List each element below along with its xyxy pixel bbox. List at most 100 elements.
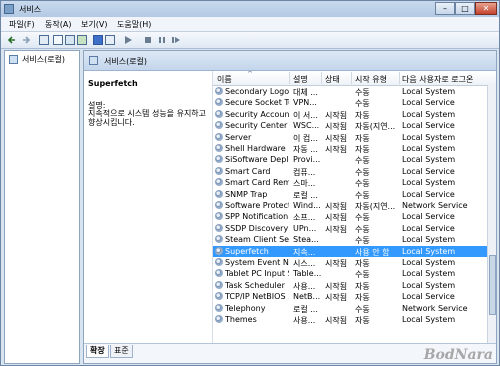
service-gear-icon xyxy=(215,315,223,323)
service-log-on-as: Local Service xyxy=(402,166,455,176)
stop-service-icon[interactable] xyxy=(143,35,153,45)
column-header-description[interactable]: 설명 xyxy=(293,74,308,85)
properties-icon[interactable] xyxy=(53,35,63,45)
menu-view[interactable]: 보기(V) xyxy=(81,19,107,30)
service-startup-type: 수동 xyxy=(355,156,370,166)
service-row[interactable]: Smart Card 컴퓨... 수동 Local Service xyxy=(213,166,487,177)
column-header-log-on-as[interactable]: 다음 사용자로 로그온 xyxy=(402,74,473,85)
service-row[interactable]: Telephony 로컬 ... 수동 Network Service xyxy=(213,303,487,314)
service-row[interactable]: SSDP Discovery UPn... 시작됨 수동 Local Service xyxy=(213,223,487,234)
service-description: Table... xyxy=(293,269,321,279)
minimize-button[interactable]: – xyxy=(435,2,455,15)
console-icon[interactable] xyxy=(105,35,115,45)
help-icon[interactable] xyxy=(93,35,103,45)
menu-bar: 파일(F) 동작(A) 보기(V) 도움말(H) xyxy=(1,17,499,32)
service-gear-icon xyxy=(215,178,223,187)
service-startup-type: 자동 xyxy=(355,293,370,303)
service-description: 대체 ... xyxy=(293,88,318,97)
service-description: 컴퓨... xyxy=(293,167,316,177)
service-gear-icon xyxy=(215,155,223,164)
column-header-status[interactable]: 상태 xyxy=(325,74,340,85)
forward-arrow-icon[interactable] xyxy=(21,35,31,45)
service-description: 사용... xyxy=(293,316,316,325)
close-button[interactable]: ✕ xyxy=(475,2,497,15)
column-divider[interactable] xyxy=(289,72,290,84)
service-startup-type: 수동 xyxy=(355,167,370,177)
service-name: Steam Client Serv... xyxy=(225,235,289,245)
bodnara-watermark: BodNara xyxy=(423,347,493,363)
pause-service-icon[interactable] xyxy=(157,35,167,45)
service-log-on-as: Local System xyxy=(402,258,456,267)
service-gear-icon xyxy=(215,246,223,255)
tab-extended[interactable]: 확장 xyxy=(86,345,109,358)
service-log-on-as: Local System xyxy=(402,109,456,119)
service-status: 시작됨 xyxy=(325,281,348,291)
column-divider[interactable] xyxy=(351,72,352,84)
refresh-icon[interactable] xyxy=(65,35,75,45)
maximize-button[interactable]: □ xyxy=(455,2,475,15)
service-row[interactable]: Secure Socket Tu... VPN... 수동 Local Service xyxy=(213,97,487,108)
service-gear-icon xyxy=(215,121,223,130)
restart-service-icon[interactable] xyxy=(171,35,181,45)
service-row[interactable]: Software Protection Wind... 시작됨 자동(지연... Net… xyxy=(213,200,487,211)
menu-file[interactable]: 파일(F) xyxy=(9,19,35,30)
tab-standard[interactable]: 표준 xyxy=(110,345,133,358)
service-status: 시작됨 xyxy=(325,316,348,325)
service-status: 시작됨 xyxy=(325,133,348,143)
service-name: SSDP Discovery xyxy=(225,223,289,233)
title-bar[interactable]: 서비스 – □ ✕ xyxy=(1,1,499,17)
service-row[interactable]: SNMP Trap 로컬 ... 수동 Local Service xyxy=(213,189,487,200)
service-row[interactable]: SiSoftware Deplo... Provi... 수동 Local Syste… xyxy=(213,154,487,165)
column-header-startup-type[interactable]: 시작 유형 xyxy=(355,74,387,85)
service-name: Server xyxy=(225,132,252,142)
service-description: 시스... xyxy=(293,259,316,268)
service-log-on-as: Local Service xyxy=(402,292,455,302)
service-status: 시작됨 xyxy=(325,213,348,223)
services-node-icon xyxy=(9,55,18,64)
service-row[interactable]: Steam Client Serv... Stea... 수동 Local Syste… xyxy=(213,234,487,245)
service-name: Task Scheduler xyxy=(225,280,285,290)
service-log-on-as: Local Service xyxy=(402,223,455,233)
scrollbar-thumb[interactable] xyxy=(489,255,496,315)
column-divider[interactable] xyxy=(399,72,400,84)
menu-help[interactable]: 도움말(H) xyxy=(117,19,151,30)
service-row[interactable]: Secondary Logon 대체 ... 수동 Local System xyxy=(213,86,487,97)
service-row[interactable]: Security Accounts... 이 서... 시작됨 자동 Local Sys… xyxy=(213,109,487,120)
service-status: 시작됨 xyxy=(325,122,348,132)
service-row[interactable]: Themes 사용... 시작됨 자동 Local System xyxy=(213,314,487,325)
service-row[interactable]: Security Center WSC... 시작됨 자동(지연... Local Se… xyxy=(213,120,487,131)
service-log-on-as: Local Service xyxy=(402,189,455,199)
service-row[interactable]: Superfetch 지속... 사용 안 함 Local System xyxy=(213,245,487,257)
start-service-icon[interactable] xyxy=(123,35,133,45)
service-row[interactable]: SPP Notification ... 소프... 시작됨 수동 Local Serv… xyxy=(213,211,487,222)
service-status: 시작됨 xyxy=(325,145,348,154)
service-startup-type: 자동(지연... xyxy=(355,202,396,211)
service-row[interactable]: System Event Not... 시스... 시작됨 자동 Local Syste… xyxy=(213,257,487,268)
sort-ascending-icon: ^ xyxy=(247,71,253,78)
back-arrow-icon[interactable] xyxy=(7,35,17,45)
service-gear-icon xyxy=(215,212,223,221)
column-divider[interactable] xyxy=(321,72,322,84)
service-status: 시작됨 xyxy=(325,110,348,120)
vertical-scrollbar[interactable] xyxy=(487,85,496,343)
service-row[interactable]: Task Scheduler 사용... 시작됨 자동 Local System xyxy=(213,280,487,291)
service-row[interactable]: TCP/IP NetBIOS ... NetB... 시작됨 자동 Local Serv… xyxy=(213,291,487,302)
service-status: 시작됨 xyxy=(325,259,348,268)
menu-action[interactable]: 동작(A) xyxy=(45,19,71,30)
service-description: 로컬 ... xyxy=(293,190,318,200)
console-tree-node[interactable]: 서비스(로컬) xyxy=(22,54,65,65)
service-row[interactable]: Tablet PC Input S... Table... 수동 Local Syst… xyxy=(213,268,487,279)
service-startup-type: 사용 안 함 xyxy=(355,247,390,257)
export-list-icon[interactable] xyxy=(77,35,87,45)
service-row[interactable]: Shell Hardware D... 자동 ... 시작됨 자동 Local Syst… xyxy=(213,143,487,154)
service-row[interactable]: Server 이 컴... 시작됨 자동 Local System xyxy=(213,132,487,143)
service-description: 자동 ... xyxy=(293,145,318,154)
service-status: 시작됨 xyxy=(325,293,348,303)
service-name: Superfetch xyxy=(225,246,269,256)
column-header-name[interactable]: 이름 xyxy=(217,74,232,85)
service-name: Secondary Logon xyxy=(225,87,289,96)
service-startup-type: 수동 xyxy=(355,99,370,109)
service-row[interactable]: Smart Card Remo... 스마... 수동 Local System xyxy=(213,177,487,188)
show-console-tree-icon[interactable] xyxy=(39,35,49,45)
description-text: 지속적으로 시스템 성능을 유지하고 향상시킵니다. xyxy=(88,109,207,127)
